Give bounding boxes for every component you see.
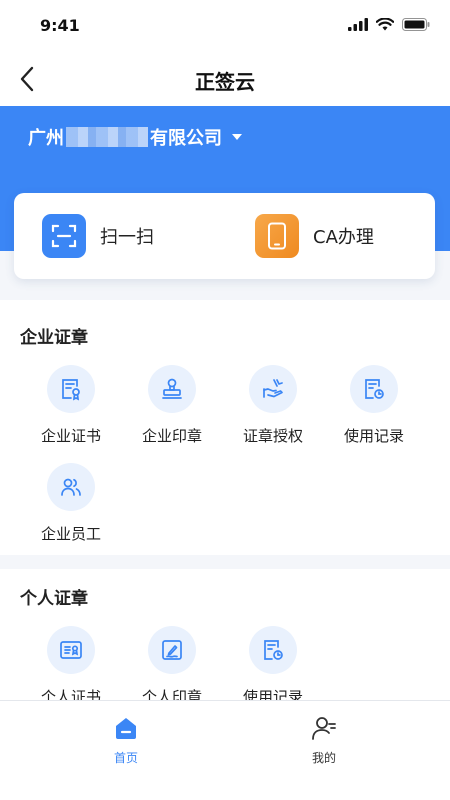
signal-icon (348, 18, 368, 31)
enterprise-seal-item[interactable]: 企业印章 (127, 365, 217, 446)
caret-down-icon (232, 134, 242, 140)
wifi-icon (376, 18, 394, 31)
phone-icon (255, 214, 299, 258)
user-icon (312, 717, 336, 740)
scan-icon (42, 214, 86, 258)
id-card-icon (47, 626, 95, 674)
grid-label: 证章授权 (242, 427, 303, 445)
grid-label: 个人证书 (40, 688, 101, 700)
scan-action[interactable]: 扫一扫 (42, 214, 154, 258)
enterprise-cert-item[interactable]: 企业证书 (26, 365, 116, 446)
scan-label: 扫一扫 (100, 227, 154, 248)
personal-seal-item[interactable]: 个人印章 (127, 626, 217, 700)
seal-icon (148, 365, 196, 413)
grid-label: 企业印章 (141, 427, 202, 445)
ca-label: CA办理 (313, 227, 374, 248)
quick-action-card: 扫一扫 CA办理 (14, 193, 435, 279)
grid-label: 使用记录 (242, 688, 303, 700)
enterprise-section: 企业证章 企业证书 企业印章 证章授权 使用记录 企业员工 (0, 300, 450, 555)
personal-record-item[interactable]: 使用记录 (228, 626, 318, 700)
employees-item[interactable]: 企业员工 (26, 463, 116, 544)
certificate-icon (47, 365, 95, 413)
status-bar: 9:41 (0, 0, 450, 52)
record-icon (350, 365, 398, 413)
record-icon (249, 626, 297, 674)
authorize-icon (249, 365, 297, 413)
company-selector[interactable]: 广州 有限公司 (28, 124, 242, 150)
personal-cert-item[interactable]: 个人证书 (26, 626, 116, 700)
signature-icon (148, 626, 196, 674)
battery-icon (402, 18, 430, 31)
personal-section: 个人证章 个人证书 个人印章 使用记录 (0, 569, 450, 700)
tab-mine-label: 我的 (311, 751, 336, 765)
tab-home[interactable]: 首页 (86, 715, 166, 766)
grid-label: 企业员工 (40, 525, 101, 543)
status-time: 9:41 (40, 16, 80, 35)
grid-label: 企业证书 (40, 427, 101, 445)
grid-label: 个人印章 (141, 688, 202, 700)
nav-bar: 正签云 (0, 52, 450, 106)
home-icon (116, 718, 136, 739)
section-title: 个人证章 (20, 589, 88, 609)
section-title: 企业证章 (20, 328, 88, 348)
employees-icon (47, 463, 95, 511)
tab-mine[interactable]: 我的 (284, 715, 364, 766)
company-name-suffix: 有限公司 (150, 128, 222, 149)
company-name-prefix: 广州 (28, 128, 64, 149)
company-name-redacted (66, 127, 148, 147)
page-title: 正签云 (195, 70, 255, 94)
authorize-item[interactable]: 证章授权 (228, 365, 318, 446)
enterprise-record-item[interactable]: 使用记录 (329, 365, 419, 446)
grid-label: 使用记录 (343, 427, 404, 445)
tab-bar: 首页 我的 (0, 700, 450, 800)
ca-action[interactable]: CA办理 (255, 214, 374, 258)
status-icons (348, 18, 430, 31)
tab-home-label: 首页 (113, 751, 138, 765)
